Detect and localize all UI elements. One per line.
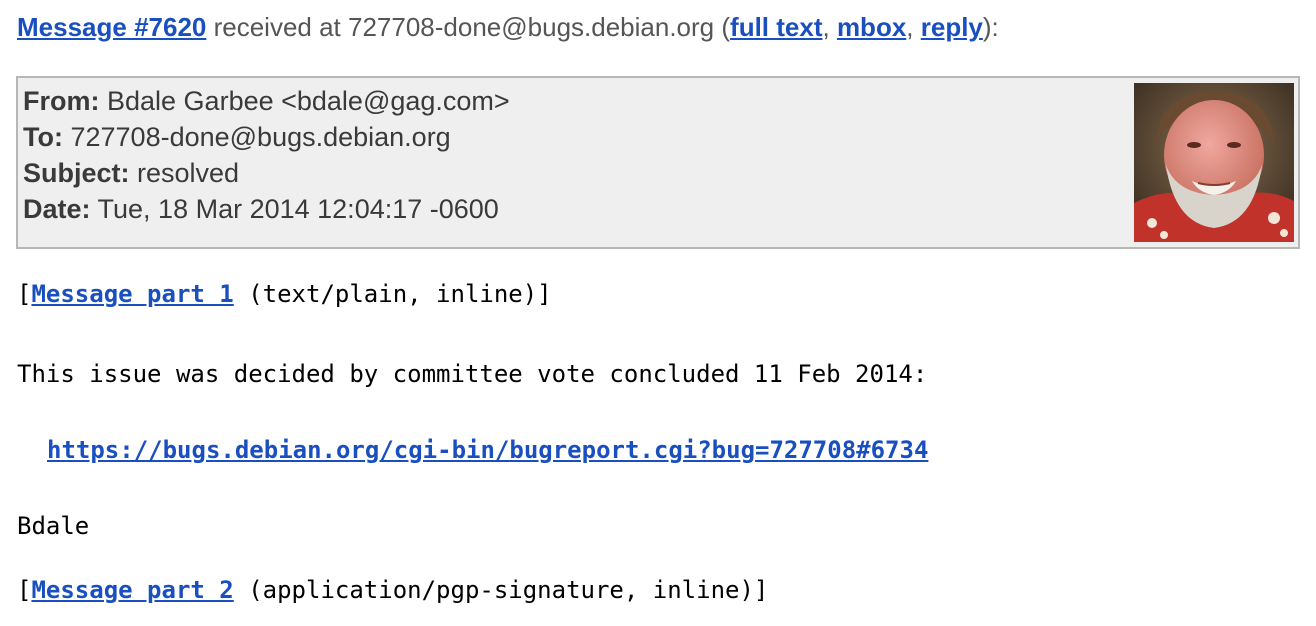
bracket-open: [ <box>17 280 32 308</box>
to-value: 727708-done@bugs.debian.org <box>62 122 451 152</box>
subject-row: Subject: resolved <box>23 158 239 189</box>
subject-label: Subject: <box>23 158 130 188</box>
date-value: Tue, 18 Mar 2014 12:04:17 -0600 <box>90 194 499 224</box>
message-part-2-line: [Message part 2 (application/pgp-signatu… <box>17 576 768 604</box>
to-row: To: 727708-done@bugs.debian.org <box>23 122 451 153</box>
bracket-open: [ <box>17 576 32 604</box>
part-2-type: (application/pgp-signature, inline)] <box>233 576 769 604</box>
avatar-image <box>1134 83 1294 242</box>
message-header-line: Message #7620 received at 727708-done@bu… <box>17 12 999 43</box>
from-label: From: <box>23 86 100 116</box>
message-part-1-link[interactable]: Message part 1 <box>31 280 233 308</box>
reply-link[interactable]: reply <box>921 12 983 42</box>
separator: , <box>906 12 921 42</box>
part-1-type: (text/plain, inline)] <box>233 280 552 308</box>
full-text-link[interactable]: full text <box>730 12 822 42</box>
date-row: Date: Tue, 18 Mar 2014 12:04:17 -0600 <box>23 194 499 225</box>
subject-value: resolved <box>129 158 240 188</box>
sender-avatar <box>1134 83 1294 242</box>
received-text: received at 727708-done@bugs.debian.org … <box>206 12 731 42</box>
bugreport-url-link[interactable]: https://bugs.debian.org/cgi-bin/bugrepor… <box>47 436 928 464</box>
mbox-link[interactable]: mbox <box>837 12 906 42</box>
body-text-line: This issue was decided by committee vote… <box>17 360 928 388</box>
message-part-1-line: [Message part 1 (text/plain, inline)] <box>17 280 552 308</box>
from-value: Bdale Garbee <bdale@gag.com> <box>99 86 510 116</box>
signature-line: Bdale <box>17 512 90 540</box>
from-row: From: Bdale Garbee <bdale@gag.com> <box>23 86 510 117</box>
email-header-box: From: Bdale Garbee <bdale@gag.com> To: 7… <box>16 76 1300 249</box>
to-label: To: <box>23 122 63 152</box>
separator: , <box>822 12 837 42</box>
message-part-2-link[interactable]: Message part 2 <box>31 576 233 604</box>
message-link[interactable]: Message #7620 <box>17 12 206 42</box>
date-label: Date: <box>23 194 91 224</box>
bugreport-url-line: https://bugs.debian.org/cgi-bin/bugrepor… <box>47 436 928 464</box>
closing-text: ): <box>982 12 999 42</box>
